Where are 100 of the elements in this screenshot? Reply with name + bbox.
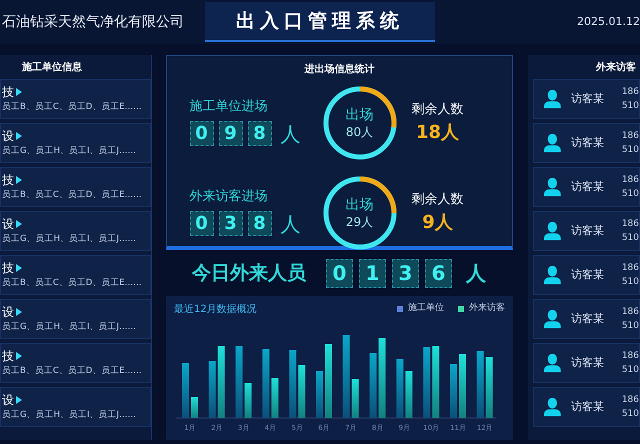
remain-value: 18人 (416, 121, 460, 146)
staff-list: 员工B、员工C、员工D、员工E…… (2, 188, 150, 202)
phone-number: 186 (622, 174, 639, 187)
visitor-name: 访客某 (570, 266, 604, 283)
chart-bar (244, 383, 252, 418)
visitor-name: 访客某 (570, 222, 604, 239)
id-number: 510 (622, 276, 639, 289)
visitor-name: 访客某 (570, 354, 604, 371)
unit-name: 设 (2, 128, 14, 144)
chart-bar (396, 359, 404, 418)
play-icon (16, 308, 22, 316)
digit-tile: 0 (190, 121, 214, 146)
person-icon (544, 307, 561, 331)
phone-number: 186 (622, 262, 639, 275)
staff-list: 员工G、员工H、员工I、员工J…… (2, 144, 150, 158)
unit-text: 人 (466, 260, 486, 287)
chart-bar (262, 349, 270, 418)
phone-number: 186 (622, 130, 639, 143)
entry-label: 外来访客进场 (190, 188, 268, 206)
ring-value: 80人 (346, 124, 374, 140)
id-number: 510 (622, 188, 639, 201)
play-icon (16, 176, 22, 184)
person-icon (544, 263, 561, 287)
panel-title: 外来访客 (596, 60, 636, 74)
date-text: 2025.01.12 (577, 14, 640, 30)
chart-bar (236, 346, 243, 418)
company-name: 石油钻采天然气净化有限公司 (1, 12, 185, 32)
unit-name: 技 (2, 172, 14, 188)
digit-tile: 3 (218, 211, 242, 236)
visitor-name: 访客某 (570, 398, 604, 415)
title-banner: 出入口管理系统 (205, 2, 435, 42)
person-icon (544, 219, 561, 243)
phone-number: 186 (622, 394, 639, 407)
digit-tile: 6 (425, 258, 452, 288)
unit-name: 技 (2, 348, 14, 364)
unit-name: 技 (2, 260, 14, 276)
chart-bar (298, 365, 306, 418)
remain-label: 剩余人数 (412, 190, 464, 209)
phone-number: 186 (622, 306, 639, 319)
remain-value: 9人 (422, 211, 453, 236)
staff-list: 员工G、员工H、员工I、员工J…… (2, 408, 150, 422)
visitor-name: 访客某 (570, 134, 604, 151)
play-icon (16, 132, 22, 140)
chart-bar (405, 371, 412, 418)
chart-bar (218, 346, 225, 418)
id-number: 510 (622, 232, 639, 245)
unit-name: 设 (2, 392, 14, 408)
id-number: 510 (622, 100, 639, 113)
person-icon (544, 131, 561, 155)
play-icon (16, 264, 22, 272)
play-icon (16, 88, 22, 96)
digit-tile: 9 (218, 121, 242, 146)
staff-list: 员工B、员工C、员工D、员工E…… (2, 364, 150, 378)
chart-title: 最近12月数据概况 (174, 302, 257, 316)
entry-label: 施工单位进场 (190, 98, 268, 116)
staff-list: 员工G、员工H、员工I、员工J…… (2, 232, 150, 246)
id-number: 510 (622, 408, 639, 421)
chart-bar (352, 379, 359, 418)
digit-tile: 1 (359, 258, 386, 288)
staff-list: 员工G、员工H、员工I、员工J…… (2, 320, 150, 334)
unit-name: 技 (2, 84, 14, 100)
phone-number: 186 (622, 350, 639, 363)
visitor-name: 访客某 (570, 90, 604, 107)
person-icon (544, 175, 561, 199)
unit-name: 设 (2, 304, 14, 320)
digit-tile: 8 (248, 211, 272, 236)
id-number: 510 (622, 320, 639, 333)
ring-value: 29人 (346, 214, 374, 230)
chart-bar (191, 397, 198, 418)
unit-name: 设 (2, 216, 14, 232)
person-icon (544, 87, 561, 111)
panel-title: 进出场信息统计 (304, 62, 374, 77)
person-icon (544, 395, 561, 419)
phone-number: 186 (622, 86, 639, 99)
chart-bar (476, 351, 484, 418)
chart-bar (289, 350, 296, 418)
chart-bar (182, 363, 189, 418)
digit-tile: 3 (392, 258, 419, 288)
id-number: 510 (622, 364, 639, 377)
chart-bar (432, 346, 440, 418)
ring-label: 出场 (346, 196, 374, 214)
visitor-name: 访客某 (570, 178, 604, 195)
staff-list: 员工B、员工C、员工D、员工E…… (2, 100, 150, 114)
play-icon (16, 220, 22, 228)
play-icon (16, 352, 22, 360)
visitor-name: 访客某 (570, 310, 604, 327)
chart-bar (459, 354, 466, 418)
person-icon (544, 351, 561, 375)
unit-text: 人 (280, 210, 300, 238)
play-icon (16, 396, 22, 404)
unit-text: 人 (280, 120, 300, 148)
chart-bar (450, 364, 457, 418)
ring-label: 出场 (346, 106, 374, 124)
panel-title: 施工单位信息 (22, 60, 82, 74)
today-label: 今日外来人员 (192, 260, 306, 286)
digit-tile: 8 (248, 121, 272, 146)
phone-number: 186 (622, 218, 639, 231)
chart-bar (423, 347, 430, 418)
staff-list: 员工B、员工C、员工D、员工E…… (2, 276, 150, 290)
legend-label: 施工单位 (408, 302, 444, 316)
